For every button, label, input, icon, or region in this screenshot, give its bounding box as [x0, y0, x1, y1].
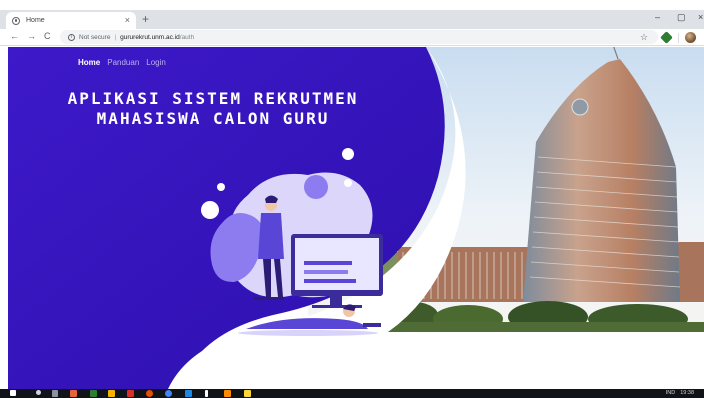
- taskbar-app-icon[interactable]: [127, 390, 134, 397]
- browser-toolbar: ← → C i Not secure | gururekrut.unm.ac.i…: [0, 29, 704, 46]
- top-strip: [0, 0, 704, 10]
- browser-tab-bar: Home × + – ▢ ×: [0, 10, 704, 29]
- decor-dot: [217, 183, 225, 191]
- taskbar-app-icon[interactable]: [244, 390, 251, 397]
- extension-icon[interactable]: [660, 31, 673, 44]
- profile-avatar[interactable]: [685, 32, 696, 43]
- search-icon[interactable]: [36, 390, 41, 395]
- toolbar-divider: [678, 33, 679, 43]
- decor-dot: [201, 201, 219, 219]
- web-page: Home Panduan Login APLIKASI SISTEM REKRU…: [8, 47, 704, 389]
- site-nav: Home Panduan Login: [78, 58, 166, 67]
- hero-title-line-2: MAHASISWA CALON GURU: [96, 109, 330, 128]
- close-tab-icon[interactable]: ×: [125, 16, 130, 25]
- windows-start-icon[interactable]: [10, 390, 16, 396]
- tray-language[interactable]: IND: [666, 390, 675, 397]
- chrome-icon[interactable]: [165, 390, 172, 397]
- close-window-button[interactable]: ×: [698, 13, 703, 22]
- os-taskbar: IND 19:38: [0, 389, 704, 398]
- back-button[interactable]: ←: [10, 32, 19, 41]
- page-left-gutter: [0, 47, 8, 389]
- nav-panduan[interactable]: Panduan: [107, 58, 139, 67]
- taskbar-app-icon[interactable]: [224, 390, 231, 397]
- word-icon[interactable]: [185, 390, 192, 397]
- tray-clock[interactable]: 19:38: [680, 390, 694, 397]
- screen: Home × + – ▢ × ← → C i Not secure | guru…: [0, 0, 704, 398]
- taskbar-app-icon[interactable]: [70, 390, 77, 397]
- nav-login[interactable]: Login: [146, 58, 166, 67]
- url-host: gururekrut.unm.ac.id: [120, 33, 180, 41]
- security-label: Not secure: [79, 33, 111, 41]
- taskbar-app-icon[interactable]: [205, 390, 208, 397]
- info-icon[interactable]: i: [68, 33, 75, 41]
- hero-title: APLIKASI SISTEM REKRUTMEN MAHASISWA CALO…: [48, 89, 378, 129]
- tab-title: Home: [26, 17, 45, 24]
- tab-home[interactable]: Home ×: [6, 12, 136, 29]
- address-bar[interactable]: i Not secure | gururekrut.unm.ac.id/auth: [60, 30, 658, 44]
- reload-button[interactable]: C: [44, 32, 51, 41]
- restore-button[interactable]: ▢: [677, 13, 686, 22]
- address-separator: |: [114, 33, 117, 41]
- task-view-icon[interactable]: [52, 390, 58, 397]
- nav-home[interactable]: Home: [78, 58, 100, 67]
- site-favicon-icon: [12, 16, 20, 25]
- url-path: /auth: [179, 33, 195, 41]
- new-tab-button[interactable]: +: [142, 13, 149, 25]
- hero-title-line-1: APLIKASI SISTEM REKRUTMEN: [67, 89, 359, 108]
- forward-button[interactable]: →: [27, 32, 36, 41]
- excel-icon[interactable]: [90, 390, 97, 397]
- file-explorer-icon[interactable]: [108, 390, 115, 397]
- bookmark-star-icon[interactable]: ☆: [640, 33, 648, 42]
- firefox-icon[interactable]: [146, 390, 153, 397]
- system-tray: IND 19:38: [666, 390, 694, 397]
- decor-dot: [342, 148, 354, 160]
- minimize-button[interactable]: –: [655, 13, 660, 22]
